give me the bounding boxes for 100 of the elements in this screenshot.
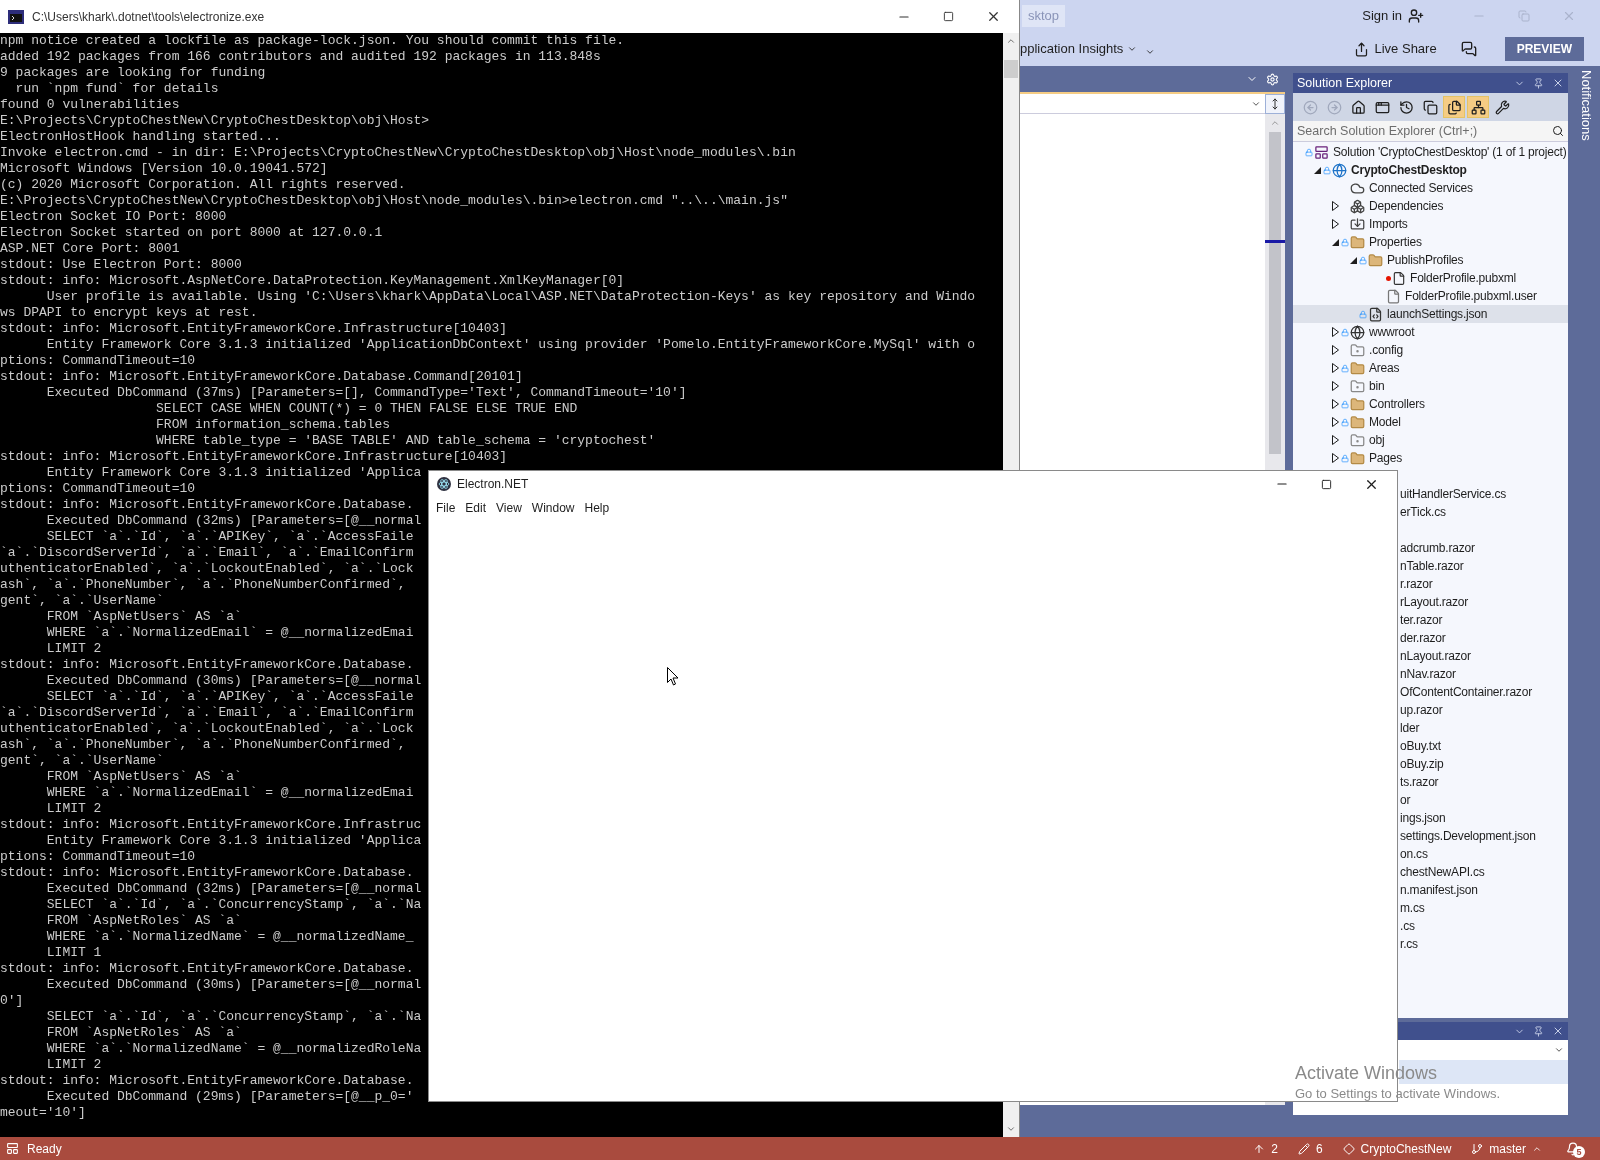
- notifications-tab[interactable]: Notifications: [1576, 70, 1596, 141]
- dropdown-icon[interactable]: [1554, 1045, 1564, 1055]
- item-label[interactable]: OfContentContainer.razor: [1400, 683, 1532, 701]
- scrollbar-thumb[interactable]: [1004, 60, 1018, 78]
- console-line: FROM `AspNetUsers` AS `a`: [45, 769, 242, 785]
- tree-item[interactable]: obj: [1293, 431, 1568, 449]
- account-icon[interactable]: [1408, 8, 1424, 24]
- pin-icon[interactable]: [1533, 77, 1544, 89]
- tree-item[interactable]: CryptoChestDesktop: [1293, 161, 1568, 179]
- console-line: stdout: Use Electron Port: 8000: [0, 257, 242, 273]
- collapsed-arrow-icon[interactable]: [1331, 219, 1339, 229]
- item-label[interactable]: oBuy.txt: [1400, 737, 1441, 755]
- collapsed-arrow-icon[interactable]: [1331, 435, 1339, 445]
- tree-item[interactable]: .config: [1293, 341, 1568, 359]
- menu-item[interactable]: View: [491, 499, 527, 517]
- tree-item[interactable]: Properties: [1293, 233, 1568, 251]
- tree-item[interactable]: Controllers: [1293, 395, 1568, 413]
- tree-item[interactable]: Solution 'CryptoChestDesktop' (1 of 1 project): [1293, 143, 1568, 161]
- tree-item[interactable]: Imports: [1293, 215, 1568, 233]
- live-share-button[interactable]: Live Share: [1374, 39, 1437, 59]
- expanded-arrow-icon[interactable]: [1349, 256, 1357, 264]
- back-icon: [1302, 99, 1318, 115]
- overflow-icon[interactable]: [1145, 47, 1156, 57]
- tree-item[interactable]: Model: [1293, 413, 1568, 431]
- menu-item[interactable]: Window: [526, 499, 580, 517]
- notification-bell-icon[interactable]: [1566, 1141, 1580, 1156]
- item-label[interactable]: ter.razor: [1400, 611, 1443, 629]
- tree-item[interactable]: Areas: [1293, 359, 1568, 377]
- maximize-icon[interactable]: [1321, 478, 1332, 490]
- expanded-arrow-icon[interactable]: [1313, 166, 1321, 174]
- atom-icon: [437, 477, 451, 491]
- item-label[interactable]: erTick.cs: [1400, 503, 1446, 521]
- item-label: PublishProfiles: [1387, 252, 1464, 269]
- collapsed-arrow-icon[interactable]: [1331, 381, 1339, 391]
- console-line: LIMIT 2: [45, 801, 102, 817]
- item-label[interactable]: settings.Development.json: [1400, 827, 1536, 845]
- tree-item[interactable]: launchSettings.json: [1293, 305, 1568, 323]
- collapsed-arrow-icon[interactable]: [1331, 417, 1339, 427]
- collapsed-arrow-icon[interactable]: [1331, 345, 1339, 355]
- repo-status-button[interactable]: CryptoChestNew: [1342, 1139, 1452, 1158]
- tree-item[interactable]: bin: [1293, 377, 1568, 395]
- push-status-button[interactable]: 2: [1253, 1139, 1278, 1158]
- tree-item[interactable]: Pages: [1293, 449, 1568, 467]
- menu-item[interactable]: Edit: [460, 499, 492, 517]
- item-label[interactable]: r.cs: [1400, 935, 1418, 953]
- item-label[interactable]: or: [1400, 791, 1411, 809]
- pin-icon[interactable]: [1533, 1025, 1544, 1037]
- show-all-button[interactable]: [1443, 96, 1465, 118]
- item-label: Areas: [1369, 360, 1400, 377]
- maximize-icon[interactable]: [943, 11, 954, 22]
- item-label[interactable]: nTable.razor: [1400, 557, 1464, 575]
- collapsed-arrow-icon[interactable]: [1331, 399, 1339, 409]
- collapsed-arrow-icon[interactable]: [1331, 453, 1339, 463]
- item-label[interactable]: nLayout.razor: [1400, 647, 1471, 665]
- item-label[interactable]: n.manifest.json: [1400, 881, 1478, 899]
- item-label[interactable]: .cs: [1400, 917, 1415, 935]
- item-label[interactable]: der.razor: [1400, 629, 1446, 647]
- collapsed-arrow-icon[interactable]: [1331, 363, 1339, 373]
- item-label[interactable]: oBuy.zip: [1400, 755, 1444, 773]
- settings-icon[interactable]: [1266, 72, 1279, 86]
- toolbar-dropdown[interactable]: pplication Insights: [1020, 39, 1138, 59]
- item-label[interactable]: lder: [1400, 719, 1420, 737]
- branch-status-button[interactable]: master: [1471, 1139, 1542, 1158]
- search-field[interactable]: Search Solution Explorer (Ctrl+;): [1293, 121, 1568, 142]
- tree-item[interactable]: PublishProfiles: [1293, 251, 1568, 269]
- tree-item[interactable]: FolderProfile.pubxml: [1293, 269, 1568, 287]
- feedback-icon[interactable]: [1460, 41, 1477, 57]
- menu-item[interactable]: Help: [579, 499, 615, 517]
- expanded-arrow-icon[interactable]: [1331, 238, 1339, 246]
- folder-icon: [1350, 396, 1365, 412]
- share-icon[interactable]: [1353, 41, 1369, 57]
- edits-status-button[interactable]: 6: [1297, 1139, 1323, 1158]
- collapsed-arrow-icon[interactable]: [1331, 327, 1339, 337]
- item-label[interactable]: adcrumb.razor: [1400, 539, 1475, 557]
- console-line: Executed DbCommand (32ms) [Parameters=[@__normal: [45, 513, 422, 529]
- tree-item[interactable]: FolderProfile.pubxml.user: [1293, 287, 1568, 305]
- tree-item[interactable]: Dependencies: [1293, 197, 1568, 215]
- close-icon[interactable]: [986, 9, 1001, 24]
- item-label[interactable]: rLayout.razor: [1400, 593, 1469, 611]
- scroll-down-icon[interactable]: [1006, 1124, 1016, 1134]
- sync-button[interactable]: [1467, 96, 1489, 118]
- item-label[interactable]: up.razor: [1400, 701, 1443, 719]
- item-label: FolderProfile.pubxml.user: [1405, 288, 1537, 305]
- item-label[interactable]: uitHandlerService.cs: [1400, 485, 1507, 503]
- item-label[interactable]: ings.json: [1400, 809, 1446, 827]
- item-label[interactable]: nNav.razor: [1400, 665, 1456, 683]
- item-label[interactable]: r.razor: [1400, 575, 1433, 593]
- item-label[interactable]: m.cs: [1400, 899, 1425, 917]
- tree-item[interactable]: wwwroot: [1293, 323, 1568, 341]
- item-label[interactable]: on.cs: [1400, 845, 1428, 863]
- split-button[interactable]: [1265, 94, 1285, 114]
- item-label[interactable]: chestNewAPI.cs: [1400, 863, 1485, 881]
- preview-button[interactable]: PREVIEW: [1504, 37, 1584, 61]
- scroll-up-icon[interactable]: [1006, 36, 1016, 46]
- menu-item[interactable]: File: [431, 499, 461, 517]
- tree-item[interactable]: Connected Services: [1293, 179, 1568, 197]
- item-label[interactable]: ts.razor: [1400, 773, 1439, 791]
- collapsed-arrow-icon[interactable]: [1331, 201, 1339, 211]
- sign-in-button[interactable]: Sign in: [1362, 6, 1402, 26]
- folder-icon: [1350, 234, 1365, 250]
